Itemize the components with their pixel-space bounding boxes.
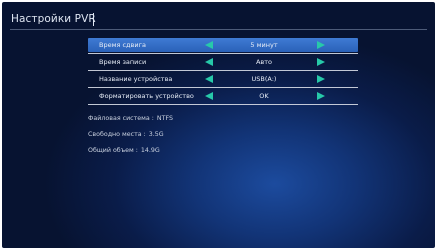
row-divider — [88, 70, 358, 71]
info-value: 14.9G — [140, 147, 160, 154]
info-key: Свободно места : — [88, 131, 146, 138]
text-caret — [93, 13, 94, 26]
row-divider — [88, 53, 358, 54]
setting-row-record-time[interactable]: Время записи Авто — [88, 55, 358, 69]
info-key: Файловая система : — [88, 115, 154, 122]
row-divider — [88, 104, 358, 105]
setting-label: Время сдвига — [99, 41, 146, 49]
title-divider — [10, 29, 427, 30]
info-total-space: Общий объем :14.9G — [88, 147, 160, 154]
info-value: 3.5G — [148, 131, 164, 138]
arrow-right-icon[interactable] — [317, 92, 325, 100]
setting-row-format-device[interactable]: Форматировать устройство OK — [88, 89, 358, 103]
setting-label: Название устройства — [99, 75, 173, 83]
setting-row-time-shift[interactable]: Время сдвига 5 минут — [88, 38, 358, 52]
info-free-space: Свободно места :3.5G — [88, 131, 164, 138]
setting-value: OK — [259, 92, 269, 100]
arrow-left-icon[interactable] — [205, 75, 213, 83]
arrow-left-icon[interactable] — [205, 58, 213, 66]
pvr-settings-screen: Настройки PVR Время сдвига 5 минут Время… — [2, 2, 435, 248]
row-divider — [88, 87, 358, 88]
info-key: Общий объем : — [88, 147, 138, 154]
setting-label: Время записи — [99, 58, 147, 66]
arrow-right-icon[interactable] — [317, 75, 325, 83]
setting-label: Форматировать устройство — [99, 92, 194, 100]
arrow-left-icon[interactable] — [205, 92, 213, 100]
setting-value: Авто — [255, 58, 273, 66]
page-title: Настройки PVR — [11, 13, 96, 25]
setting-row-device-name[interactable]: Название устройства USB(A:) — [88, 72, 358, 86]
arrow-left-icon[interactable] — [205, 41, 213, 49]
info-filesystem: Файловая система : NTFS — [88, 115, 173, 122]
setting-value: 5 минут — [250, 41, 278, 49]
info-value: NTFS — [156, 115, 173, 122]
arrow-right-icon[interactable] — [317, 58, 325, 66]
arrow-right-icon[interactable] — [317, 41, 325, 49]
setting-value: USB(A:) — [251, 75, 277, 83]
